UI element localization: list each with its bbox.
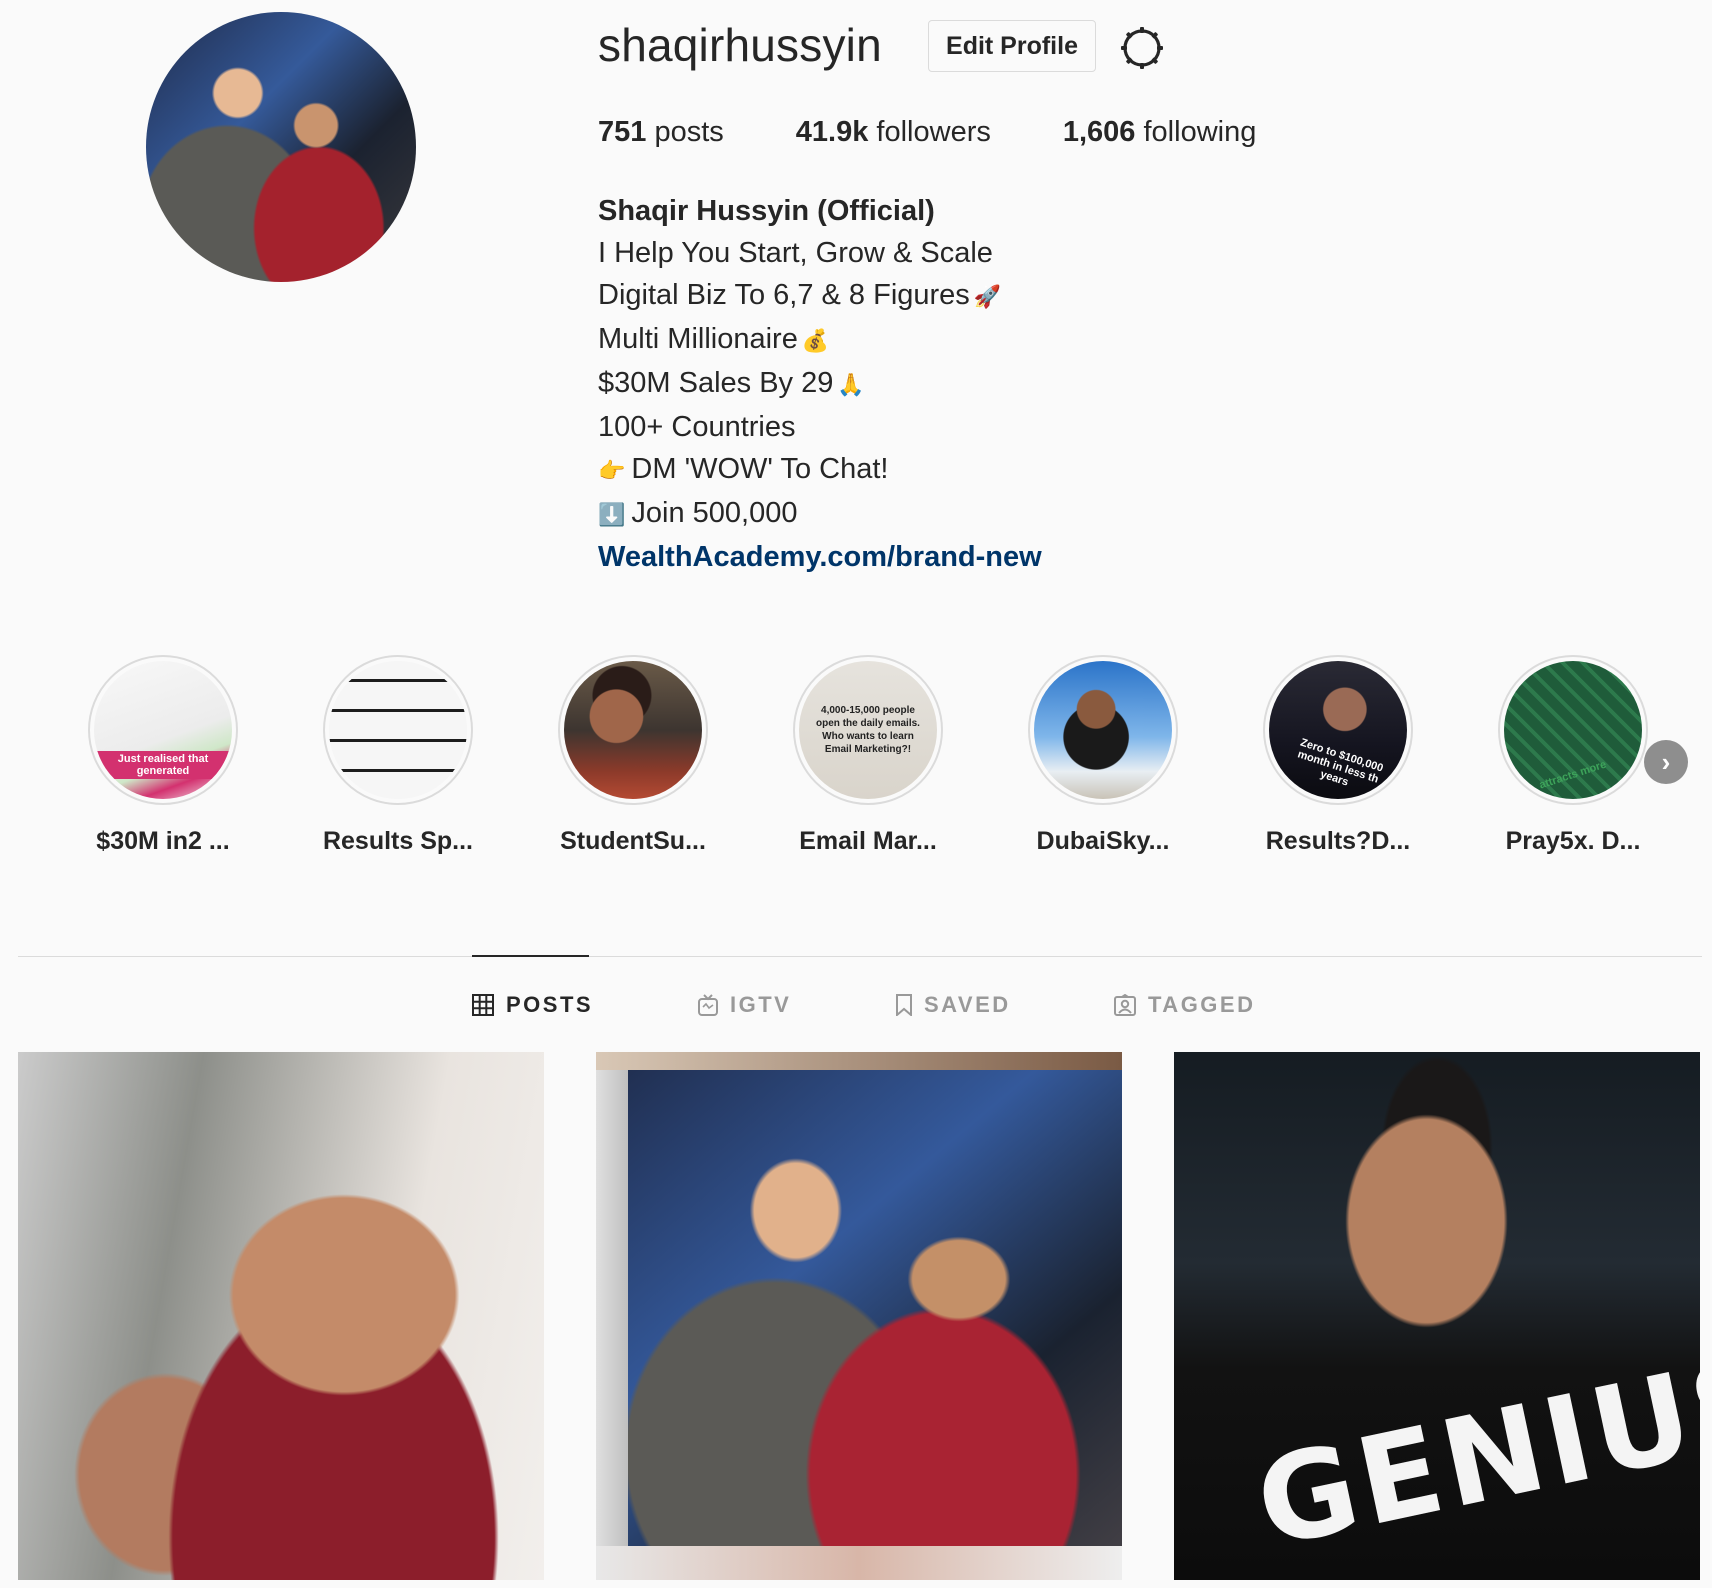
profile-stats: 751 posts 41.9k followers 1,606 followin…	[598, 116, 1256, 149]
bio-line-text: Multi Millionaire	[598, 323, 798, 355]
followers-stat[interactable]: 41.9k followers	[796, 116, 991, 149]
active-tab-indicator	[472, 955, 589, 957]
tab-saved[interactable]: SAVED	[896, 992, 1011, 1018]
highlight-caption: Zero to $100,000 month in less th years	[1296, 736, 1385, 789]
bio-line: Digital Biz To 6,7 & 8 Figures 🚀	[598, 274, 1042, 318]
tab-tagged[interactable]: TAGGED	[1114, 992, 1255, 1018]
highlight-thumbnail[interactable]: 4,000-15,000 people open the daily email…	[799, 661, 937, 799]
highlight-label[interactable]: Email Mar...	[768, 827, 968, 856]
bio-line: Multi Millionaire 💰	[598, 318, 1042, 362]
bio-line-text: $30M Sales By 29	[598, 367, 834, 399]
praying-hands-emoji-icon: 🙏	[837, 372, 865, 397]
bookmark-icon	[896, 994, 912, 1016]
highlight-ring[interactable]	[323, 655, 473, 805]
tab-label[interactable]: SAVED	[924, 992, 1011, 1018]
story-highlight[interactable]: attracts more Pray5x. D...	[1473, 655, 1673, 856]
story-highlight[interactable]: 4,000-15,000 people open the daily email…	[768, 655, 968, 856]
tab-igtv[interactable]: IGTV	[698, 992, 791, 1018]
followers-label[interactable]: followers	[876, 116, 990, 148]
highlight-caption: Just realised that generated	[94, 751, 232, 779]
highlight-label[interactable]: Results Sp...	[298, 827, 498, 856]
highlight-thumbnail[interactable]: attracts more	[1504, 661, 1642, 799]
story-highlight[interactable]: Zero to $100,000 month in less th years …	[1238, 655, 1438, 856]
highlight-caption: 4,000-15,000 people open the daily email…	[816, 705, 920, 755]
tab-posts[interactable]: POSTS	[472, 992, 593, 1018]
bio-line: 👉 DM 'WOW' To Chat!	[598, 448, 1042, 492]
highlight-ring[interactable]: Zero to $100,000 month in less th years	[1263, 655, 1413, 805]
bio-line-text: Digital Biz To 6,7 & 8 Figures	[598, 279, 970, 311]
tab-label[interactable]: POSTS	[506, 992, 593, 1018]
story-highlight[interactable]: DubaiSky...	[1003, 655, 1203, 856]
post-thumbnail[interactable]	[596, 1052, 1122, 1580]
highlight-ring[interactable]: 4,000-15,000 people open the daily email…	[793, 655, 943, 805]
bio-website-link[interactable]: WealthAcademy.com/brand-new	[598, 536, 1042, 578]
profile-username: shaqirhussyin	[598, 19, 882, 71]
money-bag-emoji-icon: 💰	[801, 328, 830, 353]
story-highlight[interactable]: StudentSu...	[533, 655, 733, 856]
highlight-label[interactable]: Pray5x. D...	[1473, 827, 1673, 856]
highlight-thumbnail[interactable]	[329, 661, 467, 799]
bio-line-text: Join 500,000	[631, 497, 798, 529]
post-thumbnail[interactable]	[18, 1052, 544, 1580]
story-highlight[interactable]: Results Sp...	[298, 655, 498, 856]
following-count[interactable]: 1,606	[1063, 116, 1136, 148]
tabs-divider	[18, 956, 1702, 957]
post-thumbnail[interactable]: GENIUS	[1174, 1052, 1700, 1580]
bio-line-text: DM 'WOW' To Chat!	[631, 453, 889, 485]
pointing-hand-emoji-icon: 👉	[598, 458, 626, 483]
rocket-emoji-icon: 🚀	[973, 284, 1002, 309]
highlight-thumbnail[interactable]: Just realised that generated	[94, 661, 232, 799]
highlight-thumbnail[interactable]	[564, 661, 702, 799]
bio-line: 100+ Countries	[598, 411, 796, 443]
down-arrow-emoji-icon: ⬇️	[598, 502, 626, 527]
profile-avatar[interactable]	[146, 12, 416, 282]
highlight-thumbnail[interactable]	[1034, 661, 1172, 799]
highlight-caption: attracts more	[1537, 758, 1608, 792]
profile-bio: Shaqir Hussyin (Official) I Help You Sta…	[598, 190, 1042, 578]
tab-label[interactable]: TAGGED	[1148, 992, 1255, 1018]
highlight-thumbnail[interactable]: Zero to $100,000 month in less th years	[1269, 661, 1407, 799]
profile-full-name: Shaqir Hussyin (Official)	[598, 195, 935, 227]
highlight-ring[interactable]	[1028, 655, 1178, 805]
highlight-label[interactable]: DubaiSky...	[1003, 827, 1203, 856]
following-stat[interactable]: 1,606 following	[1063, 116, 1256, 149]
posts-label: posts	[654, 116, 724, 148]
grid-icon	[472, 994, 494, 1016]
tagged-user-icon	[1114, 994, 1136, 1016]
highlight-label[interactable]: Results?D...	[1238, 827, 1438, 856]
edit-profile-button[interactable]: Edit Profile	[928, 20, 1096, 72]
followers-count[interactable]: 41.9k	[796, 116, 869, 148]
highlight-ring[interactable]	[558, 655, 708, 805]
highlight-label[interactable]: StudentSu...	[533, 827, 733, 856]
posts-count-stat: 751 posts	[598, 116, 724, 149]
bio-line: $30M Sales By 29 🙏	[598, 362, 1042, 406]
posts-count: 751	[598, 116, 647, 148]
bio-line: ⬇️ Join 500,000	[598, 492, 1042, 536]
story-highlight[interactable]: Just realised that generated $30M in2 ..…	[63, 655, 263, 856]
settings-gear-icon[interactable]	[1120, 26, 1164, 70]
post-shirt-text: GENIUS	[1245, 1328, 1700, 1575]
following-label[interactable]: following	[1144, 116, 1257, 148]
highlights-next-arrow-icon[interactable]: ›	[1644, 740, 1688, 784]
tab-label[interactable]: IGTV	[730, 992, 791, 1018]
highlight-ring[interactable]: attracts more	[1498, 655, 1648, 805]
highlight-label[interactable]: $30M in2 ...	[63, 827, 263, 856]
tv-icon	[698, 994, 718, 1016]
highlight-ring[interactable]: Just realised that generated	[88, 655, 238, 805]
bio-line: I Help You Start, Grow & Scale	[598, 237, 993, 269]
